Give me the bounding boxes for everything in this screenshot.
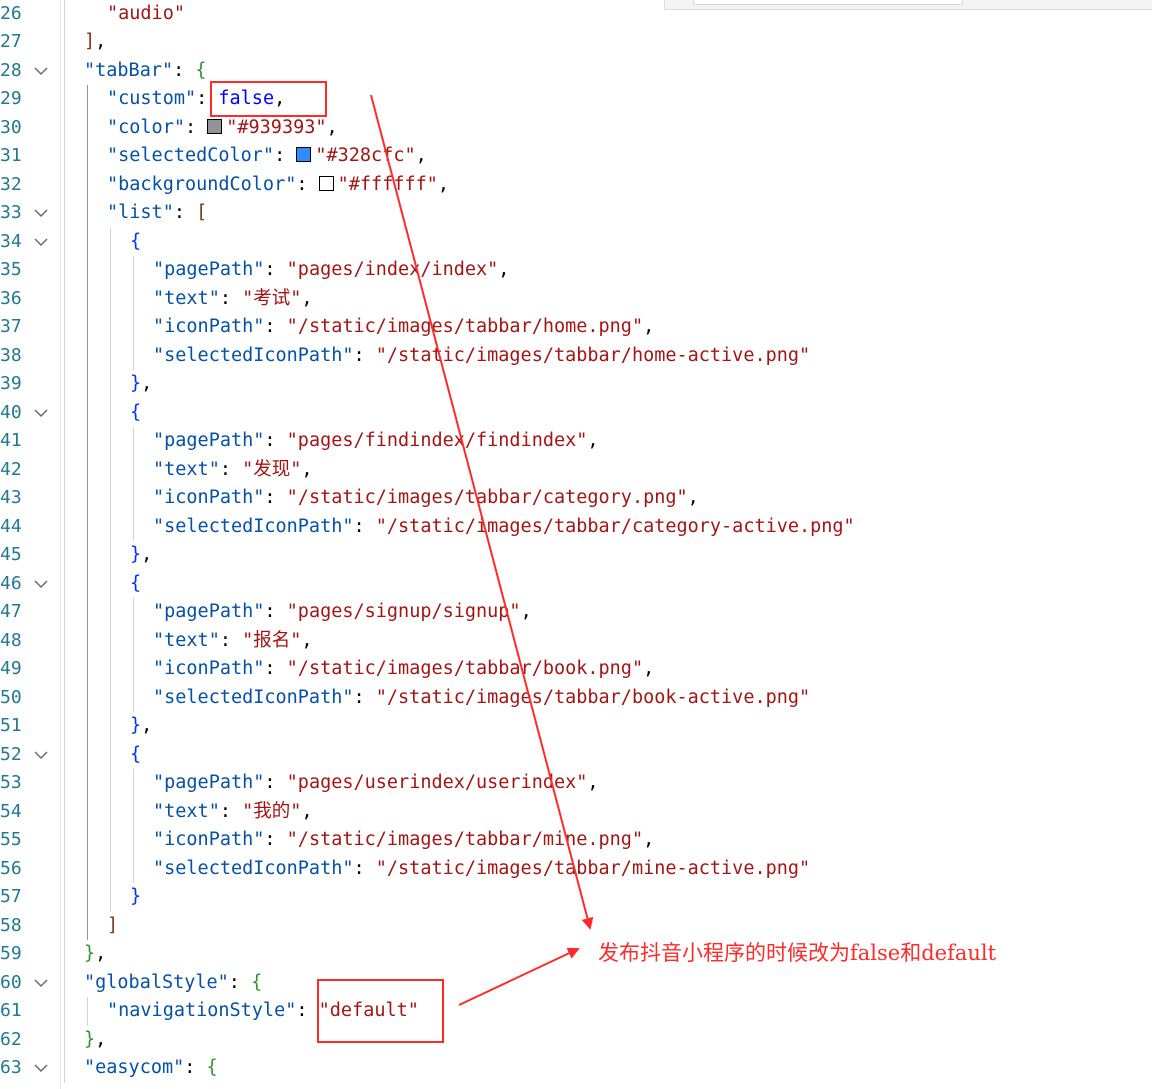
code-editor[interactable]: 26 "audio" 27], 28 "tabBar": {29 "custom": fa… (0, 0, 1152, 1089)
annotation-arrows (370, 94, 594, 1006)
arrow-from-default (458, 947, 580, 1006)
annotation-note: 发布抖音小程序的时候改为false和default (598, 941, 997, 965)
arrow-from-custom-false (370, 94, 594, 930)
